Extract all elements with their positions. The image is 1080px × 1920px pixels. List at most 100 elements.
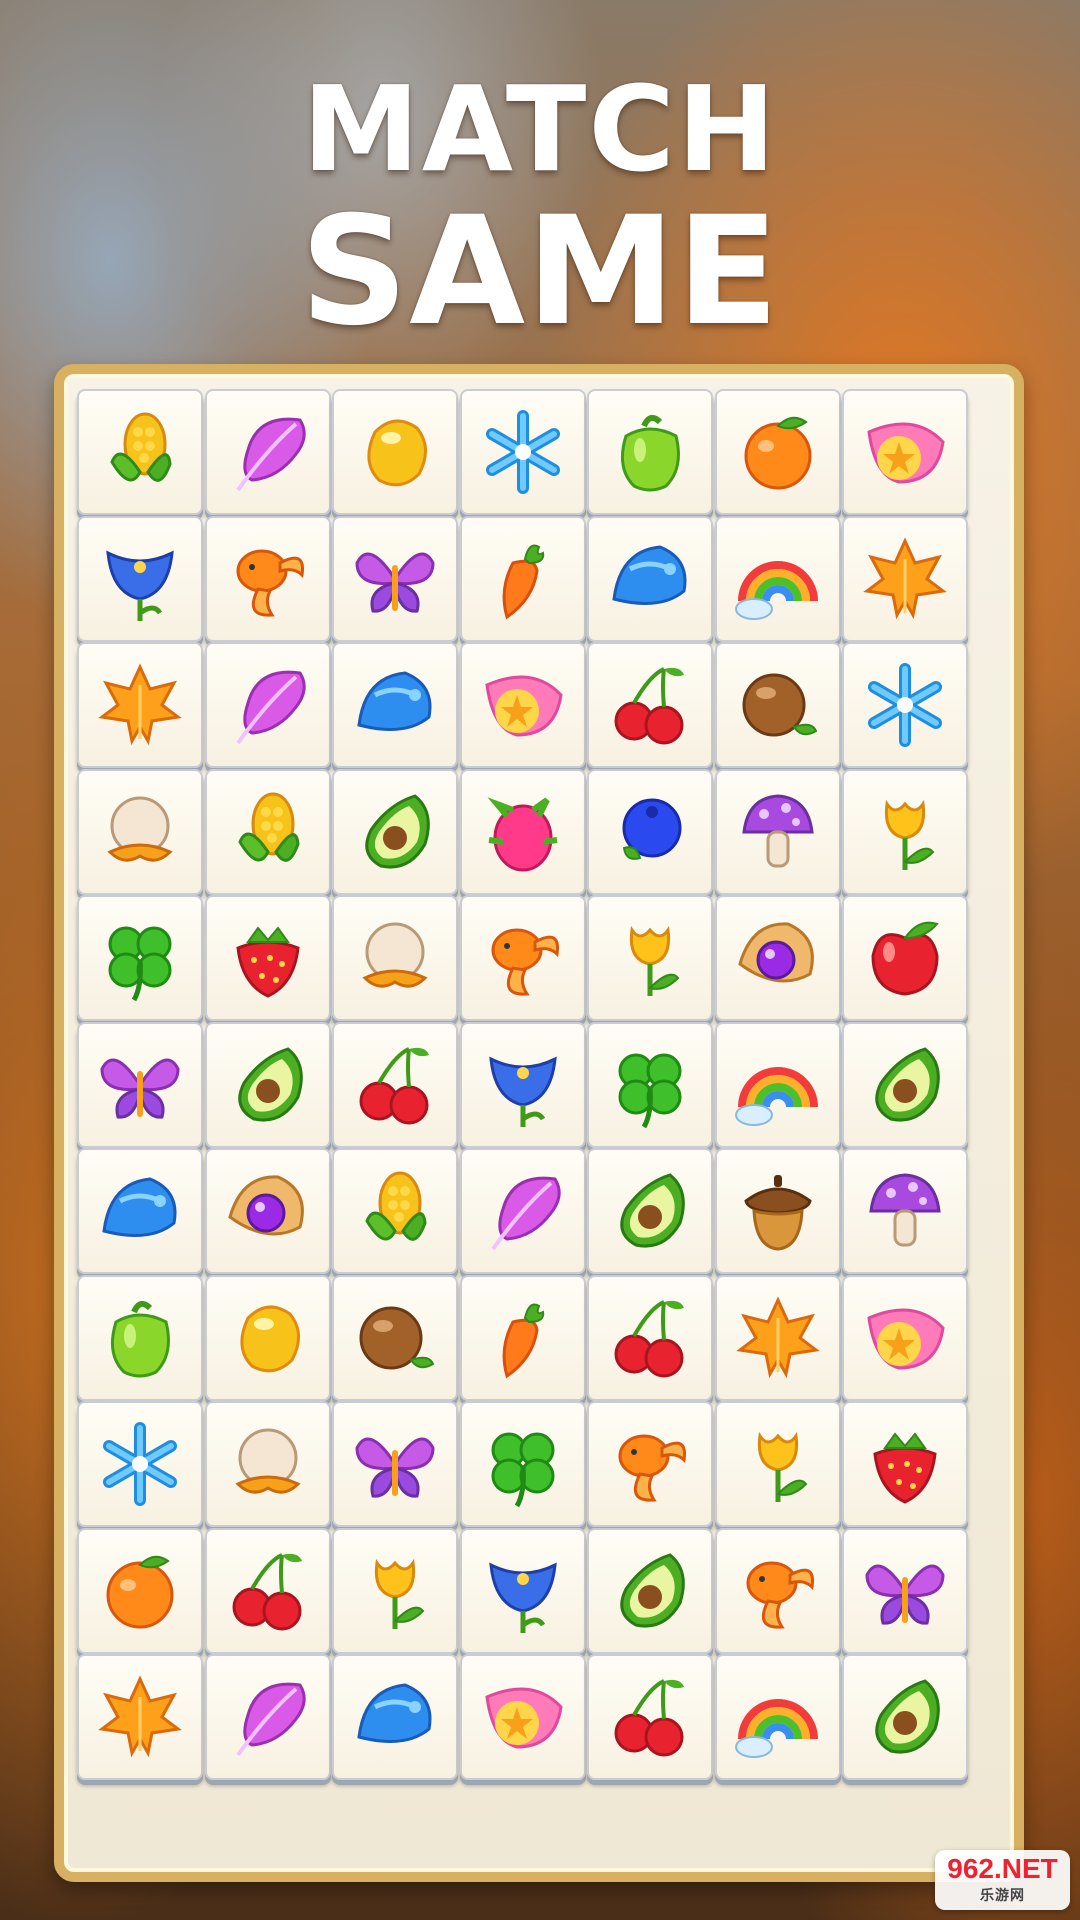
tile[interactable] bbox=[459, 642, 586, 768]
tile[interactable] bbox=[204, 895, 331, 1021]
tile[interactable] bbox=[459, 1021, 586, 1148]
tile[interactable] bbox=[714, 515, 841, 642]
snowflake-icon bbox=[868, 663, 942, 747]
tile[interactable] bbox=[587, 1274, 713, 1401]
tile[interactable] bbox=[842, 642, 968, 768]
tile[interactable] bbox=[77, 1654, 203, 1780]
tile[interactable] bbox=[842, 1527, 968, 1654]
cherry-icon bbox=[232, 1552, 302, 1630]
tile[interactable] bbox=[842, 768, 968, 895]
tile[interactable] bbox=[587, 1527, 713, 1654]
feather-icon bbox=[235, 1682, 306, 1757]
tile[interactable] bbox=[587, 1021, 713, 1148]
tulip-icon bbox=[884, 799, 935, 870]
tile[interactable] bbox=[332, 768, 458, 895]
butterfly-icon bbox=[355, 1437, 435, 1498]
tile[interactable] bbox=[204, 1527, 331, 1654]
tile[interactable] bbox=[77, 642, 203, 768]
title-match: MATCH bbox=[302, 60, 778, 198]
tile[interactable] bbox=[77, 768, 203, 895]
tile[interactable] bbox=[842, 515, 968, 642]
tile[interactable] bbox=[714, 1021, 841, 1148]
clover-icon bbox=[108, 926, 172, 1002]
tile[interactable] bbox=[204, 1021, 331, 1148]
tile[interactable] bbox=[77, 389, 203, 515]
orange-icon bbox=[744, 416, 811, 490]
tile[interactable] bbox=[204, 1274, 331, 1401]
maple-leaf-icon bbox=[98, 663, 182, 746]
tile[interactable] bbox=[842, 895, 968, 1021]
tile[interactable] bbox=[714, 1148, 841, 1274]
tile[interactable] bbox=[332, 642, 458, 768]
tile[interactable] bbox=[842, 1148, 968, 1274]
cotton-icon bbox=[107, 796, 173, 862]
tile[interactable] bbox=[332, 1021, 458, 1148]
tile[interactable] bbox=[332, 1527, 458, 1654]
rainbow-icon bbox=[734, 1699, 818, 1758]
tile[interactable] bbox=[714, 1527, 841, 1654]
tile[interactable] bbox=[714, 768, 841, 895]
tile[interactable] bbox=[587, 515, 713, 642]
snowflake-icon bbox=[103, 1422, 177, 1506]
tile[interactable] bbox=[459, 1148, 586, 1274]
rainbow-icon bbox=[734, 560, 818, 620]
tile[interactable] bbox=[842, 1401, 968, 1527]
tile[interactable] bbox=[714, 1401, 841, 1527]
tile[interactable] bbox=[587, 895, 713, 1021]
tile[interactable] bbox=[204, 515, 331, 642]
watermark-logo: 962.NET 乐游网 bbox=[935, 1850, 1070, 1910]
tile[interactable] bbox=[332, 515, 458, 642]
tile[interactable] bbox=[204, 642, 331, 768]
tile[interactable] bbox=[587, 642, 713, 768]
tile[interactable] bbox=[587, 1401, 713, 1527]
tile[interactable] bbox=[204, 1654, 331, 1780]
tile[interactable] bbox=[332, 1401, 458, 1527]
pepper-icon bbox=[620, 414, 680, 492]
tile[interactable] bbox=[459, 1527, 586, 1654]
butterfly-icon bbox=[865, 1564, 945, 1625]
tile[interactable] bbox=[77, 1021, 203, 1148]
tile[interactable] bbox=[77, 1148, 203, 1274]
tile[interactable] bbox=[77, 895, 203, 1021]
tile[interactable] bbox=[714, 1654, 841, 1780]
tile[interactable] bbox=[714, 1274, 841, 1401]
tile[interactable] bbox=[714, 642, 841, 768]
butterfly-icon bbox=[355, 552, 435, 613]
tile[interactable] bbox=[332, 1274, 458, 1401]
tile[interactable] bbox=[587, 389, 713, 515]
tile[interactable] bbox=[587, 1148, 713, 1274]
tile[interactable] bbox=[204, 1148, 331, 1274]
tile[interactable] bbox=[204, 768, 331, 895]
tile[interactable] bbox=[332, 1148, 458, 1274]
tile[interactable] bbox=[77, 515, 203, 642]
tile[interactable] bbox=[459, 389, 586, 515]
tile[interactable] bbox=[459, 895, 586, 1021]
orange-icon bbox=[106, 1555, 174, 1628]
tile[interactable] bbox=[842, 1274, 968, 1401]
tile[interactable] bbox=[459, 1401, 586, 1527]
tile[interactable] bbox=[459, 768, 586, 895]
tile[interactable] bbox=[332, 895, 458, 1021]
tile[interactable] bbox=[204, 1401, 331, 1527]
tile[interactable] bbox=[842, 1654, 968, 1780]
tile[interactable] bbox=[332, 1654, 458, 1780]
tile[interactable] bbox=[459, 1274, 586, 1401]
tile[interactable] bbox=[77, 1274, 203, 1401]
tile[interactable] bbox=[842, 1021, 968, 1148]
tile[interactable] bbox=[587, 1654, 713, 1780]
tile[interactable] bbox=[332, 389, 458, 515]
tile[interactable] bbox=[587, 768, 713, 895]
tile[interactable] bbox=[77, 1401, 203, 1527]
tile[interactable] bbox=[459, 1654, 586, 1780]
tile[interactable] bbox=[77, 1527, 203, 1654]
avocado-icon bbox=[620, 1173, 685, 1248]
tile[interactable] bbox=[714, 389, 841, 515]
avocado-icon bbox=[365, 793, 430, 868]
shell-icon bbox=[357, 671, 432, 731]
tile[interactable] bbox=[842, 389, 968, 515]
apple-icon bbox=[871, 921, 939, 996]
tulip-icon bbox=[629, 925, 680, 996]
tile[interactable] bbox=[459, 515, 586, 642]
tile[interactable] bbox=[204, 389, 331, 515]
tile[interactable] bbox=[714, 895, 841, 1021]
